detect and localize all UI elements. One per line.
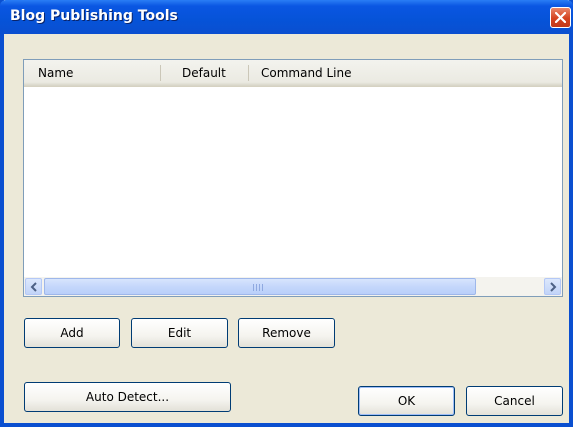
scrollbar-thumb[interactable] xyxy=(44,278,476,295)
scrollbar-grip-icon xyxy=(253,284,263,291)
title-bar[interactable]: Blog Publishing Tools xyxy=(0,0,573,34)
auto-detect-button[interactable]: Auto Detect... xyxy=(24,382,231,412)
column-header-name[interactable]: Name xyxy=(38,60,73,86)
remove-button[interactable]: Remove xyxy=(238,318,335,348)
cancel-button[interactable]: Cancel xyxy=(466,386,563,416)
column-header-default[interactable]: Default xyxy=(182,60,226,86)
add-button[interactable]: Add xyxy=(24,318,120,348)
close-icon xyxy=(555,12,566,23)
list-header: Name Default Command Line xyxy=(24,60,562,87)
column-divider[interactable] xyxy=(160,65,161,81)
scroll-left-button[interactable] xyxy=(25,278,42,295)
tools-list[interactable]: Name Default Command Line xyxy=(23,59,563,297)
column-header-command-line[interactable]: Command Line xyxy=(261,60,352,86)
arrow-left-icon xyxy=(30,282,37,292)
list-rows[interactable] xyxy=(24,87,562,269)
column-divider[interactable] xyxy=(248,65,249,81)
scroll-right-button[interactable] xyxy=(544,278,561,295)
horizontal-scrollbar[interactable] xyxy=(24,277,562,296)
edit-button[interactable]: Edit xyxy=(131,318,228,348)
arrow-right-icon xyxy=(550,282,557,292)
close-button[interactable] xyxy=(550,7,571,28)
window-title: Blog Publishing Tools xyxy=(10,8,178,24)
ok-button[interactable]: OK xyxy=(358,386,455,416)
dialog-window: Blog Publishing Tools Name Default Comma… xyxy=(0,0,573,427)
